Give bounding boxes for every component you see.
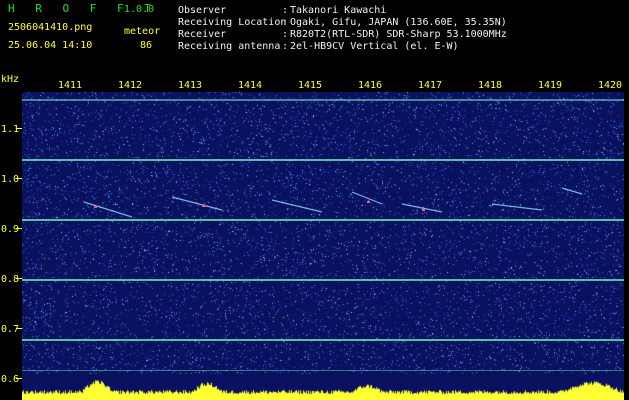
y-tick-label: 0.8 <box>1 274 20 285</box>
info-colon: : <box>282 41 289 52</box>
y-tick-label: 1.1 <box>1 124 20 135</box>
info-key-antenna: Receiving antenna <box>178 41 281 52</box>
x-tick-label: 1413 <box>178 80 203 91</box>
info-colon: : <box>282 17 289 28</box>
y-tick <box>16 328 22 329</box>
x-tick-label: 1415 <box>298 80 323 91</box>
x-tick-label: 1420 <box>598 80 623 91</box>
meteor-count: 86 <box>140 40 153 51</box>
info-colon: : <box>282 29 289 40</box>
meteor-label: meteor <box>124 26 161 37</box>
x-tick-label: 1418 <box>478 80 503 91</box>
x-tick-label: 1412 <box>118 80 143 91</box>
info-value-observer: Takanori Kawachi <box>290 5 387 16</box>
signal-level-bar <box>22 374 624 400</box>
y-tick <box>16 178 22 179</box>
file-name: 2506041410.png <box>8 22 93 33</box>
app-version: 1.0.0 <box>124 4 155 15</box>
info-key-receiver: Receiver <box>178 29 227 40</box>
info-colon: : <box>282 5 289 16</box>
y-axis-unit: kHz <box>1 74 20 85</box>
info-value-receiver: R820T2(RTL-SDR) SDR-Sharp 53.1000MHz <box>290 29 507 40</box>
info-key-observer: Observer <box>178 5 227 16</box>
x-tick-label: 1411 <box>58 80 83 91</box>
info-value-location: Ogaki, Gifu, JAPAN (136.60E, 35.35N) <box>290 17 507 28</box>
y-tick <box>16 378 22 379</box>
y-tick-label: 1.0 <box>1 174 20 185</box>
info-value-antenna: 2el-HB9CV Vertical (el. E-W) <box>290 41 459 52</box>
y-tick <box>16 278 22 279</box>
y-tick-label: 0.7 <box>1 324 20 335</box>
y-tick <box>16 128 22 129</box>
header-panel: H R O F F T 1.0.0 2506041410.png meteor … <box>0 0 629 70</box>
meteor-traces <box>83 187 583 218</box>
y-tick <box>16 228 22 229</box>
info-key-location: Receiving Location <box>178 17 287 28</box>
capture-datetime: 25.06.04 14:10 <box>8 40 93 51</box>
x-tick-label: 1419 <box>538 80 563 91</box>
x-tick-label: 1416 <box>358 80 383 91</box>
y-tick-label: 0.9 <box>1 224 20 235</box>
x-tick-label: 1417 <box>418 80 443 91</box>
spectrogram <box>22 92 624 400</box>
x-tick-label: 1414 <box>238 80 263 91</box>
y-tick-label: 0.6 <box>1 374 20 385</box>
